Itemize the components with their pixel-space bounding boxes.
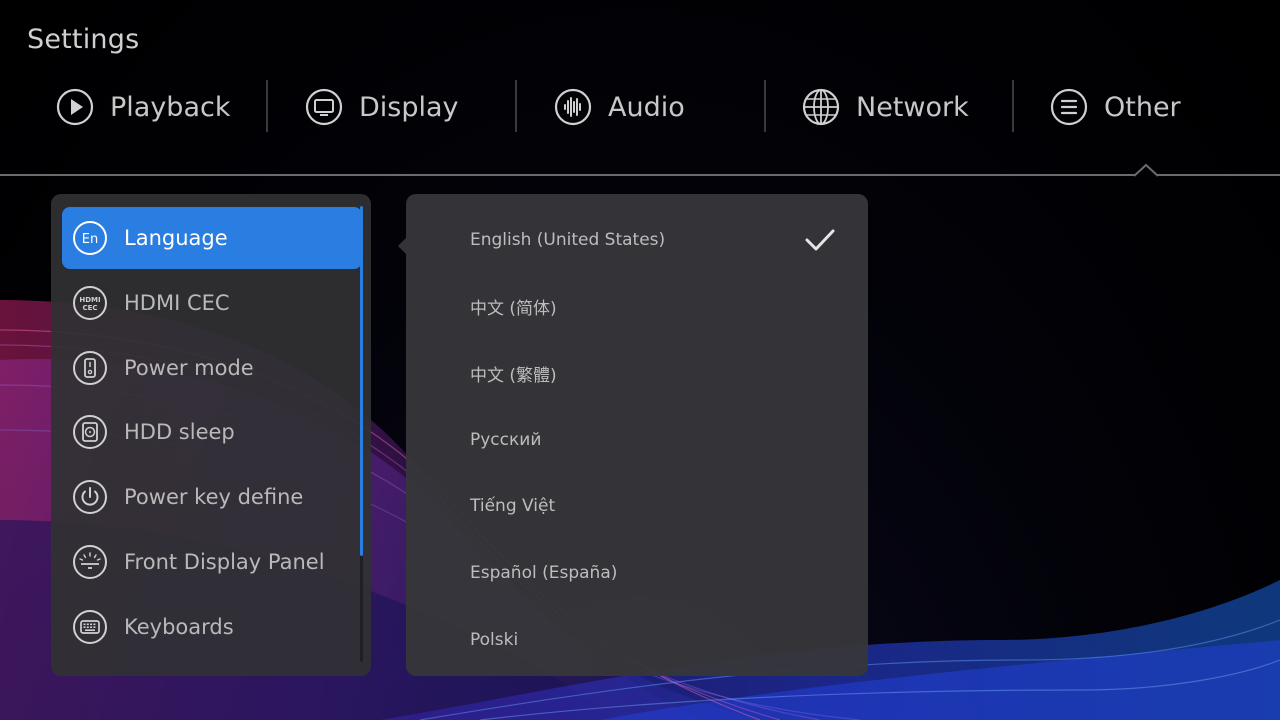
menu-item-label: Power mode <box>124 356 254 380</box>
selected-tab-caret <box>1134 163 1158 177</box>
phone-power-icon <box>72 350 108 386</box>
language-option[interactable]: English (United States) <box>470 220 850 260</box>
menu-item-label: HDMI CEC <box>124 291 230 315</box>
monitor-icon <box>305 88 343 126</box>
language-option[interactable]: Español (España) <box>470 553 850 593</box>
menu-item-keyboards[interactable]: Keyboards <box>62 596 362 658</box>
tab-label: Display <box>359 91 459 123</box>
language-option[interactable]: Русский <box>470 420 850 460</box>
language-option-label: English (United States) <box>470 230 666 250</box>
language-en-icon: En <box>72 220 108 256</box>
other-settings-menu: En Language HDMI CEC HDMI CEC Power mode <box>51 194 371 676</box>
page-title: Settings <box>27 24 140 55</box>
tab-divider <box>1012 80 1014 132</box>
language-option[interactable]: Polski <box>470 620 850 660</box>
settings-screen: Settings Playback Display Audio Network … <box>0 0 1280 720</box>
play-circle-icon <box>56 88 94 126</box>
menu-item-hdd-sleep[interactable]: HDD sleep <box>62 401 362 463</box>
tab-divider <box>515 80 517 132</box>
menu-scrollbar[interactable] <box>360 206 363 662</box>
svg-text:HDMI: HDMI <box>79 296 100 304</box>
submenu-pointer <box>398 238 406 254</box>
tab-playback[interactable]: Playback <box>56 78 230 136</box>
menu-item-label: Front Display Panel <box>124 550 325 574</box>
tab-audio[interactable]: Audio <box>554 78 685 136</box>
language-option[interactable]: 中文 (简体) <box>470 286 850 326</box>
menu-item-label: Keyboards <box>124 615 234 639</box>
language-option-label: 中文 (简体) <box>470 298 557 319</box>
language-option-label: Español (España) <box>470 563 618 583</box>
globe-icon <box>802 88 840 126</box>
sound-wave-icon <box>554 88 592 126</box>
category-tabs: Playback Display Audio Network Other <box>0 78 1280 136</box>
language-option-label: Polski <box>470 630 519 650</box>
front-panel-icon <box>72 544 108 580</box>
language-en-icon-text: En <box>82 232 98 247</box>
language-option[interactable]: Tiếng Việt <box>470 486 850 526</box>
tab-other[interactable]: Other <box>1050 78 1181 136</box>
menu-scrollbar-thumb[interactable] <box>360 206 363 556</box>
checkmark-icon <box>805 229 835 251</box>
tab-label: Network <box>856 91 969 123</box>
tab-label: Audio <box>608 91 685 123</box>
tab-underline-rule <box>0 174 1280 176</box>
language-option-label: 中文 (繁體) <box>470 365 557 386</box>
menu-item-language[interactable]: En Language <box>62 207 362 269</box>
menu-item-power-mode[interactable]: Power mode <box>62 337 362 399</box>
tab-divider <box>266 80 268 132</box>
hdmi-cec-icon: HDMI CEC <box>72 285 108 321</box>
menu-item-label: Language <box>124 226 228 250</box>
menu-item-front-display-panel[interactable]: Front Display Panel <box>62 531 362 593</box>
tab-divider <box>764 80 766 132</box>
language-options-panel: English (United States) 中文 (简体) 中文 (繁體) … <box>398 194 868 676</box>
menu-item-power-key-define[interactable]: Power key define <box>62 466 362 528</box>
menu-item-label: HDD sleep <box>124 420 235 444</box>
tab-label: Other <box>1104 91 1181 123</box>
menu-item-label: Power key define <box>124 485 304 509</box>
language-option-label: Русский <box>470 430 542 450</box>
language-option-label: Tiếng Việt <box>470 496 556 516</box>
tab-label: Playback <box>110 91 231 123</box>
keyboard-icon <box>72 609 108 645</box>
tab-display[interactable]: Display <box>305 78 459 136</box>
menu-item-hdmi-cec[interactable]: HDMI CEC HDMI CEC <box>62 272 362 334</box>
hdd-icon <box>72 414 108 450</box>
power-icon <box>72 479 108 515</box>
tab-network[interactable]: Network <box>802 78 969 136</box>
svg-text:CEC: CEC <box>82 304 97 312</box>
menu-lines-icon <box>1050 88 1088 126</box>
language-option[interactable]: 中文 (繁體) <box>470 353 850 393</box>
